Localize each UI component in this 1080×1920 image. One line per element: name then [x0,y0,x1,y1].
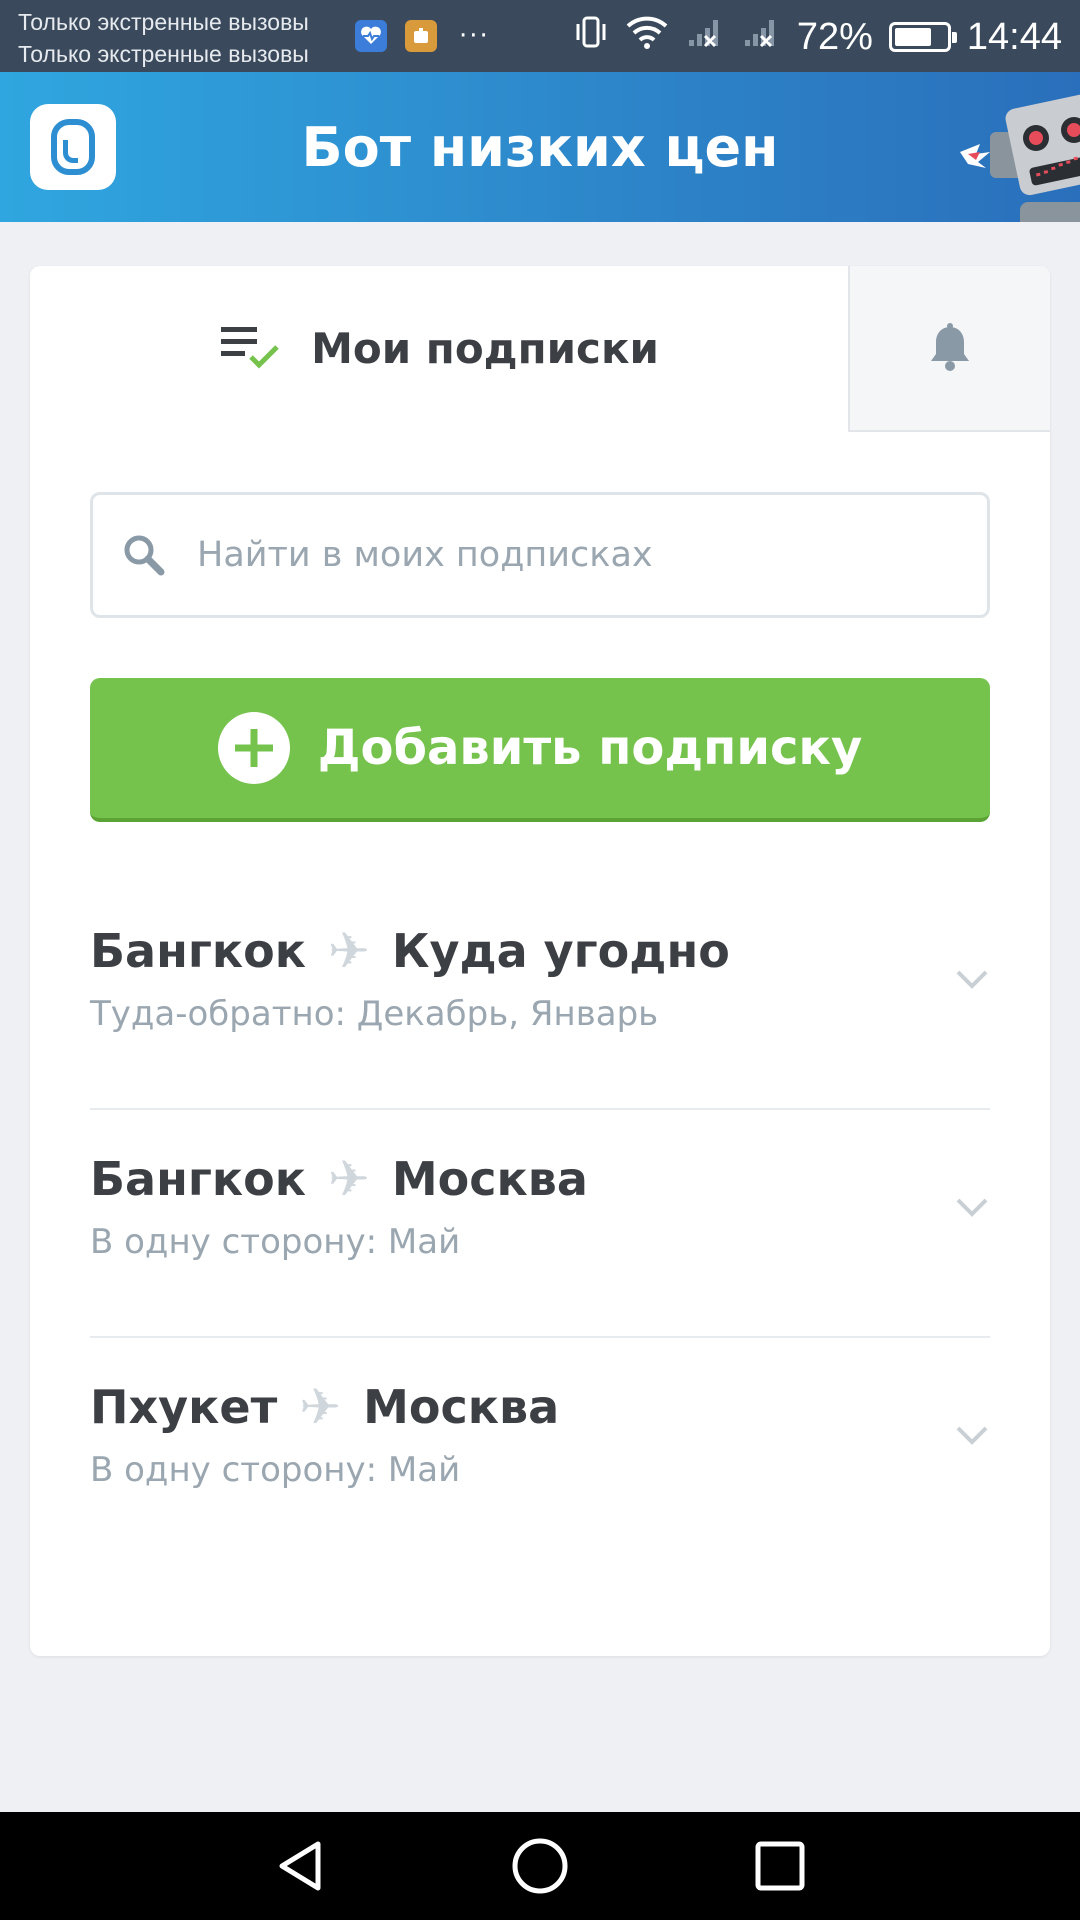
route-origin: Бангкок [90,1152,306,1206]
subscription-item[interactable]: Бангкок ✈ Куда угодно Туда-обратно: Дека… [90,882,990,1110]
status-carrier-text: Только экстренные вызовы Только экстренн… [18,6,309,70]
recents-icon[interactable] [750,1836,810,1896]
chevron-down-icon[interactable] [954,960,990,996]
package-app-icon [405,20,437,52]
plane-icon: ✈ [327,1150,370,1208]
status-bar: Только экстренные вызовы Только экстренн… [0,0,1080,72]
back-icon[interactable] [270,1836,330,1896]
bell-icon [931,323,969,371]
health-app-icon [355,20,387,52]
chevron-down-icon[interactable] [954,1416,990,1452]
signal-2-icon [741,14,781,60]
search-input[interactable] [197,535,957,575]
subscription-list: Бангкок ✈ Куда угодно Туда-обратно: Дека… [90,882,990,1566]
tab-my-subscriptions[interactable]: Мои подписки [30,266,848,430]
subscription-details: В одну сторону: Май [90,1222,461,1262]
search-box [90,492,990,618]
tab-notifications[interactable] [848,266,1050,432]
route-destination: Москва [363,1380,560,1434]
app-header: Бот низких цен [0,72,1080,222]
vibrate-icon [573,14,609,60]
battery-icon [888,22,957,52]
add-subscription-button[interactable]: Добавить подписку [90,678,990,822]
battery-fill [894,28,931,46]
route-destination: Куда угодно [391,924,730,978]
robot-mascot-icon [960,94,1080,222]
route-origin: Пхукет [90,1380,278,1434]
system-nav-bar [0,1812,1080,1920]
home-icon[interactable] [510,1836,570,1896]
subscription-details: Туда-обратно: Декабрь, Январь [90,994,659,1034]
more-notifications-icon: ··· [459,21,490,51]
plane-icon: ✈ [299,1378,342,1436]
wifi-icon [625,14,669,60]
search-icon [124,535,165,576]
route-origin: Бангкок [90,924,306,978]
status-right: 72% 14:44 [573,14,1062,60]
status-line-2: Только экстренные вызовы [18,41,309,67]
notification-icons: ··· [355,20,490,52]
signal-1-icon [685,14,725,60]
add-subscription-label: Добавить подписку [317,720,863,776]
chevron-down-icon[interactable] [954,1188,990,1224]
subscription-route: Пхукет ✈ Москва [90,1378,559,1436]
route-destination: Москва [391,1152,588,1206]
plus-icon [217,712,290,784]
subscription-item[interactable]: Бангкок ✈ Москва В одну сторону: Май [90,1110,990,1338]
app-title: Бот низких цен [301,116,779,179]
subscription-details: В одну сторону: Май [90,1450,461,1490]
subscription-route: Бангкок ✈ Москва [90,1150,588,1208]
battery-percent: 72% [796,15,873,58]
status-time: 14:44 [966,15,1062,58]
list-check-icon [219,323,285,373]
subscriptions-card: Мои подписки Добавить подписку Бангкок ✈… [30,266,1050,1656]
status-line-1: Только экстренные вызовы [18,9,309,35]
subscription-route: Бангкок ✈ Куда угодно [90,922,730,980]
plane-icon: ✈ [327,922,370,980]
subscription-item[interactable]: Пхукет ✈ Москва В одну сторону: Май [90,1338,990,1566]
tab-my-subscriptions-label: Мои подписки [311,323,659,373]
